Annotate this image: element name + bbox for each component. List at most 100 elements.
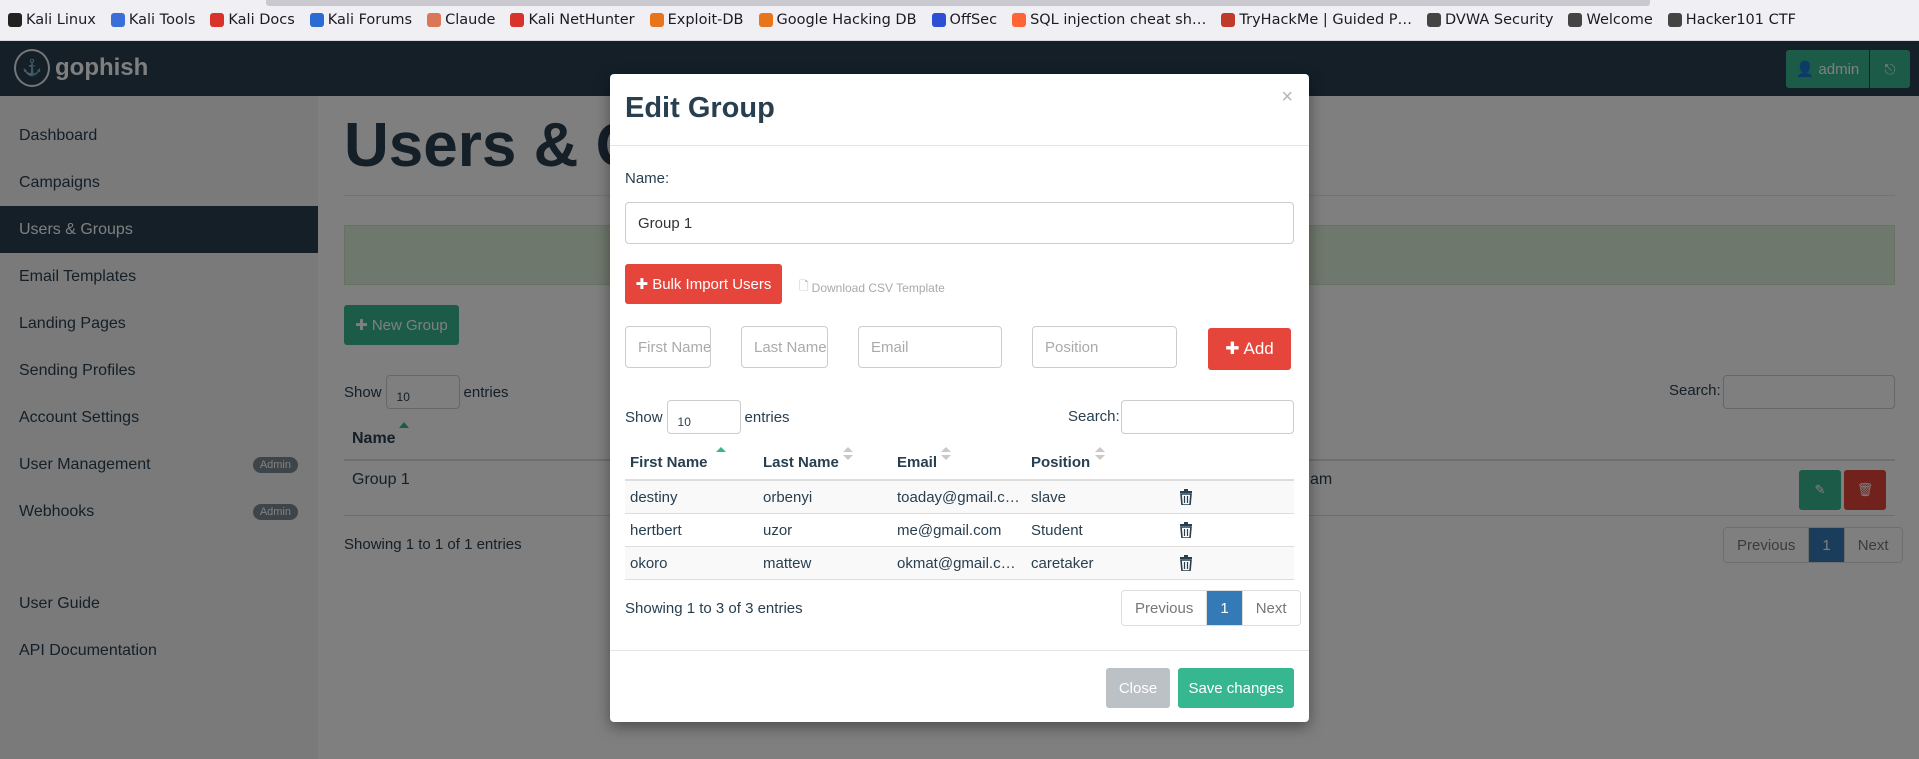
- plus-icon: ✚: [1225, 339, 1240, 358]
- plus-icon: ✚: [635, 276, 649, 293]
- close-button[interactable]: Close: [1106, 668, 1170, 708]
- modal-footer-divider: [610, 650, 1309, 651]
- bookmark-label: DVWA Security: [1445, 12, 1554, 28]
- bulk-import-users-button[interactable]: ✚ Bulk Import Users: [625, 264, 782, 304]
- position-cell: slave: [1031, 489, 1067, 506]
- table-row: destiny orbenyi toaday@gmail.c… slave: [625, 481, 1294, 514]
- bookmark-item[interactable]: Welcome: [1568, 12, 1653, 28]
- download-csv-template-link[interactable]: 🗋 Download CSV Template: [799, 277, 945, 298]
- group-name-input[interactable]: Group 1: [625, 202, 1294, 244]
- file-icon: 🗋: [799, 279, 809, 293]
- users-search-input[interactable]: [1121, 400, 1294, 434]
- column-header-position[interactable]: Position: [1031, 454, 1090, 471]
- kali-docs-icon: [210, 13, 225, 27]
- bookmark-label: Kali Forums: [327, 12, 413, 28]
- bookmark-item[interactable]: OffSec: [931, 12, 997, 28]
- bookmark-label: Kali Docs: [228, 12, 295, 28]
- show-label: Show: [625, 408, 663, 426]
- sort-both-icon: [1095, 447, 1105, 463]
- tryhackme-icon: [1221, 13, 1236, 27]
- globe-icon: [1427, 13, 1442, 27]
- bookmark-item[interactable]: DVWA Security: [1427, 12, 1553, 28]
- bookmark-label: Claude: [445, 12, 496, 28]
- column-header-first-name[interactable]: First Name: [630, 454, 708, 471]
- modal-pagination: Previous 1 Next: [1121, 590, 1301, 626]
- email-cell: me@gmail.com: [897, 522, 1002, 539]
- group-name-label: Name:: [625, 170, 670, 187]
- ghdb-icon: [758, 13, 773, 27]
- sort-both-icon: [843, 447, 853, 463]
- bookmark-item[interactable]: Hacker101 CTF: [1667, 12, 1796, 28]
- email-cell: okmat@gmail.c…: [897, 555, 1016, 572]
- save-changes-button[interactable]: Save changes: [1178, 668, 1294, 708]
- add-user-button[interactable]: ✚ Add: [1208, 328, 1291, 370]
- csv-template-label: Download CSV Template: [811, 280, 945, 295]
- search-label: Search:: [1068, 408, 1120, 425]
- entries-label: entries: [744, 408, 790, 426]
- table-info: Showing 1 to 3 of 3 entries: [625, 600, 803, 617]
- sort-asc-icon: [716, 447, 726, 463]
- bookmark-item[interactable]: Kali Tools: [110, 12, 196, 28]
- bookmark-item[interactable]: Claude: [427, 12, 495, 28]
- bookmarks-bar: Kali Linux Kali Tools Kali Docs Kali Forums…: [0, 0, 1919, 41]
- bookmark-item[interactable]: SQL injection cheat sh…: [1012, 12, 1206, 28]
- bookmark-label: Welcome: [1586, 12, 1653, 28]
- first-name-input[interactable]: First Name: [625, 326, 711, 368]
- add-label: Add: [1243, 339, 1274, 358]
- page-1-button[interactable]: 1: [1206, 591, 1242, 625]
- delete-user-icon[interactable]: [1179, 522, 1193, 538]
- bookmark-label: Hacker101 CTF: [1685, 12, 1796, 28]
- bookmark-label: TryHackMe | Guided P…: [1239, 12, 1413, 28]
- tab-strip-edge: [266, 0, 1650, 6]
- delete-user-icon[interactable]: [1179, 489, 1193, 505]
- last-name-cell: uzor: [763, 522, 793, 539]
- last-name-cell: mattew: [763, 555, 812, 572]
- email-input[interactable]: Email: [858, 326, 1002, 368]
- table-row: hertbert uzor me@gmail.com Student: [625, 514, 1294, 547]
- email-cell: toaday@gmail.c…: [897, 489, 1020, 506]
- bookmark-item[interactable]: Kali Docs: [210, 12, 295, 28]
- bookmark-label: SQL injection cheat sh…: [1030, 12, 1207, 28]
- bookmark-label: Kali NetHunter: [528, 12, 635, 28]
- bookmark-item[interactable]: Google Hacking DB: [758, 12, 917, 28]
- previous-page-button[interactable]: Previous: [1122, 591, 1207, 625]
- first-name-cell: okoro: [630, 555, 668, 572]
- portswigger-icon: [1012, 13, 1027, 27]
- first-name-cell: destiny: [630, 489, 678, 506]
- bookmark-item[interactable]: TryHackMe | Guided P…: [1221, 12, 1412, 28]
- bookmark-label: Exploit-DB: [667, 12, 744, 28]
- modal-title: Edit Group: [625, 92, 775, 124]
- bookmark-list: Kali Linux Kali Tools Kali Docs Kali Forums…: [8, 12, 1811, 28]
- edit-group-modal: Edit Group × Name: Group 1 ✚ Bulk Import …: [610, 74, 1309, 722]
- next-page-button[interactable]: Next: [1241, 591, 1300, 625]
- kali-dragon-icon: [8, 13, 22, 27]
- bookmark-item[interactable]: Kali NetHunter: [510, 12, 635, 28]
- claude-icon: [427, 13, 442, 27]
- position-cell: caretaker: [1031, 555, 1094, 572]
- last-name-cell: orbenyi: [763, 489, 813, 506]
- bulk-import-label: Bulk Import Users: [652, 275, 772, 293]
- delete-user-icon[interactable]: [1179, 555, 1193, 571]
- bookmark-item[interactable]: Kali Linux: [8, 12, 96, 28]
- column-header-last-name[interactable]: Last Name: [763, 454, 839, 471]
- last-name-input[interactable]: Last Name: [741, 326, 828, 368]
- modal-header-divider: [610, 145, 1309, 146]
- entries-select[interactable]: 10: [666, 400, 741, 434]
- bookmark-item[interactable]: Kali Forums: [309, 12, 413, 28]
- bookmark-item[interactable]: Exploit-DB: [649, 12, 744, 28]
- first-name-cell: hertbert: [630, 522, 682, 539]
- globe-icon: [1568, 13, 1583, 27]
- kali-tools-icon: [110, 13, 125, 27]
- kali-forums-icon: [309, 13, 324, 27]
- column-header-email[interactable]: Email: [897, 454, 937, 471]
- nethunter-icon: [510, 13, 525, 27]
- position-input[interactable]: Position: [1032, 326, 1177, 368]
- offsec-icon: [931, 13, 946, 27]
- sort-both-icon: [941, 447, 951, 463]
- exploit-db-icon: [649, 13, 664, 27]
- close-x-icon[interactable]: ×: [1281, 86, 1293, 109]
- bookmark-label: Kali Tools: [128, 12, 196, 28]
- bookmark-label: Google Hacking DB: [776, 12, 917, 28]
- entries-length-control: Show 10 entries: [625, 400, 790, 434]
- bookmark-label: Kali Linux: [26, 12, 96, 28]
